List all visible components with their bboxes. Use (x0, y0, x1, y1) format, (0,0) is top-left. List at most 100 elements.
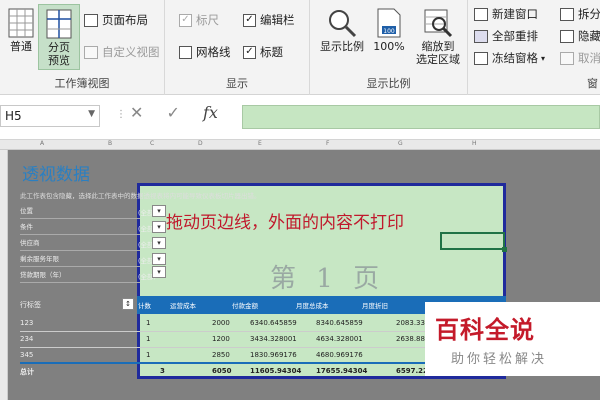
filter-dropdown-loan-term[interactable]: ▾ (152, 266, 166, 278)
sheet-description: 此工作表包含隐藏，选择此工作表中的数据透视表将内可能导致仪表板切片器出错。 (20, 192, 261, 200)
filter-dropdown-remaining-years[interactable]: ▾ (152, 253, 166, 265)
workbook-views-group: 普通 分页 预览 页面布局 自定义视图 工作簿视图 (0, 0, 165, 95)
zoom-group-label: 显示比例 (366, 77, 411, 90)
formula-bar-checkbox[interactable]: ✓ 编辑栏 (243, 10, 295, 30)
ruler-label: 标尺 (196, 13, 219, 27)
new-window-icon (474, 7, 488, 21)
row-headers (0, 150, 8, 400)
ruler-check-icon: ✓ (179, 13, 192, 27)
table-row-label: 123 (20, 319, 34, 327)
unhide-label: 取消 (578, 51, 600, 65)
table-cell-monthly: 4634.328001 (316, 335, 363, 343)
window-group-label: 窗 (587, 77, 598, 90)
filter-label-remaining-years: 剩余服务年限 (20, 253, 140, 267)
formula-bar-label: 编辑栏 (260, 13, 295, 27)
zoom-100-icon: 100 (377, 8, 401, 38)
column-header-h[interactable]: H (472, 140, 477, 147)
column-header-b[interactable]: B (108, 140, 112, 147)
workbook-views-group-label: 工作簿视图 (54, 77, 110, 90)
column-header-d[interactable]: D (198, 140, 203, 147)
filter-label-supplier: 供应商 (20, 237, 140, 251)
ribbon: 普通 分页 预览 页面布局 自定义视图 工作簿视图 ✓ 标尺 ✓ 编辑栏 网格线… (0, 0, 600, 95)
instruction-annotation: 拖动页边线，外面的内容不打印 (166, 213, 404, 233)
hide-label: 隐藏 (578, 29, 600, 43)
formula-bar-area: H5 ▼ ⋮ ✕ ✓ fx (0, 95, 600, 140)
new-window-label: 新建窗口 (492, 7, 538, 21)
formula-input[interactable] (242, 105, 600, 129)
table-cell-monthly: 8340.645859 (316, 319, 363, 327)
zoom-button[interactable]: 显示比例 (314, 4, 370, 70)
column-header-c[interactable]: C (150, 140, 154, 147)
hide-button[interactable]: 隐藏 (560, 26, 600, 46)
ruler-checkbox[interactable]: ✓ 标尺 (179, 10, 219, 30)
split-icon (560, 7, 574, 21)
table-cell-depreciation: 2638.88 (396, 335, 425, 343)
headings-check-icon: ✓ (243, 45, 256, 59)
zoom-to-selection-label-1: 缩放到 (421, 40, 455, 53)
custom-views-icon (84, 45, 98, 59)
row-labels-filter-icon[interactable]: ↕ (122, 298, 134, 310)
enter-icon[interactable]: ✓ (167, 103, 180, 122)
headings-checkbox[interactable]: ✓ 标题 (243, 42, 283, 62)
column-header-a[interactable]: A (40, 140, 44, 147)
table-total-monthly: 17655.94304 (316, 367, 368, 375)
filter-dropdown-supplier[interactable]: ▾ (152, 237, 166, 249)
insert-function-icon[interactable]: fx (203, 103, 218, 122)
freeze-panes-button[interactable]: 冻结窗格 ▾ (474, 48, 545, 68)
normal-view-label: 普通 (10, 40, 32, 53)
freeze-panes-icon (474, 51, 488, 65)
custom-views-button[interactable]: 自定义视图 (84, 42, 160, 62)
name-box[interactable]: H5 ▼ (0, 105, 100, 127)
page-layout-button[interactable]: 页面布局 (84, 10, 148, 30)
table-cell-monthly: 4680.969176 (316, 351, 363, 359)
gridlines-checkbox[interactable]: 网格线 (179, 42, 231, 62)
headings-label: 标题 (260, 45, 283, 59)
normal-view-icon (8, 8, 34, 38)
zoom-to-selection-label-2: 选定区域 (416, 53, 460, 66)
column-header-e[interactable]: E (258, 140, 262, 147)
window-group: 新建窗口 全部重排 冻结窗格 ▾ 拆分 隐藏 取消 窗 (468, 0, 600, 95)
formula-bar-check-icon: ✓ (243, 13, 256, 27)
table-total-label: 总计 (20, 368, 34, 376)
split-button[interactable]: 拆分 (560, 4, 600, 24)
table-cell-count: 1 (146, 351, 151, 359)
filter-label-condition: 条件 (20, 221, 140, 235)
zoom-label: 显示比例 (320, 40, 364, 53)
page-number-watermark: 第 1 页 (270, 264, 386, 294)
column-header-f[interactable]: F (326, 140, 329, 147)
zoom-to-selection-button[interactable]: 缩放到 选定区域 (410, 4, 466, 70)
freeze-panes-dropdown-icon: ▾ (541, 53, 546, 63)
column-header-g[interactable]: G (398, 140, 403, 147)
name-box-dropdown-icon[interactable]: ▼ (88, 109, 95, 119)
cancel-icon[interactable]: ✕ (130, 103, 143, 122)
table-cell-cost: 2000 (212, 319, 230, 327)
table-cell-cost: 1200 (212, 335, 230, 343)
new-window-button[interactable]: 新建窗口 (474, 4, 538, 24)
table-header-row-labels: 行标签 (20, 301, 41, 309)
zoom-to-selection-icon (424, 9, 453, 38)
gridlines-label: 网格线 (196, 45, 231, 59)
page-break-preview-button[interactable]: 分页 预览 (38, 4, 80, 70)
table-header-cost: 运营成本 (170, 302, 196, 310)
selected-cell-h5[interactable] (440, 232, 507, 252)
arrange-all-button[interactable]: 全部重排 (474, 26, 538, 46)
table-header-count: 计数 (138, 302, 151, 310)
normal-view-button[interactable]: 普通 (0, 4, 42, 70)
table-cell-payment: 3434.328001 (250, 335, 297, 343)
formula-bar-grip-icon: ⋮ (116, 109, 126, 120)
table-cell-count: 1 (146, 319, 151, 327)
table-total-count: 3 (160, 367, 165, 375)
filter-dropdown-location[interactable]: ▾ (152, 205, 166, 217)
zoom-100-button[interactable]: 100 100% (370, 4, 408, 70)
show-group: ✓ 标尺 ✓ 编辑栏 网格线 ✓ 标题 显示 (165, 0, 310, 95)
site-watermark-logo: 百科全说 助你轻松解决 (425, 302, 600, 376)
show-group-label: 显示 (226, 77, 248, 90)
zoom-100-label: 100% (373, 40, 405, 53)
page-break-preview-label-2: 预览 (48, 54, 70, 67)
filter-dropdown-condition[interactable]: ▾ (152, 221, 166, 233)
site-watermark-title: 百科全说 (435, 316, 535, 344)
unhide-icon (560, 51, 574, 65)
hide-icon (560, 29, 574, 43)
split-label: 拆分 (578, 7, 600, 21)
unhide-button[interactable]: 取消 (560, 48, 600, 68)
